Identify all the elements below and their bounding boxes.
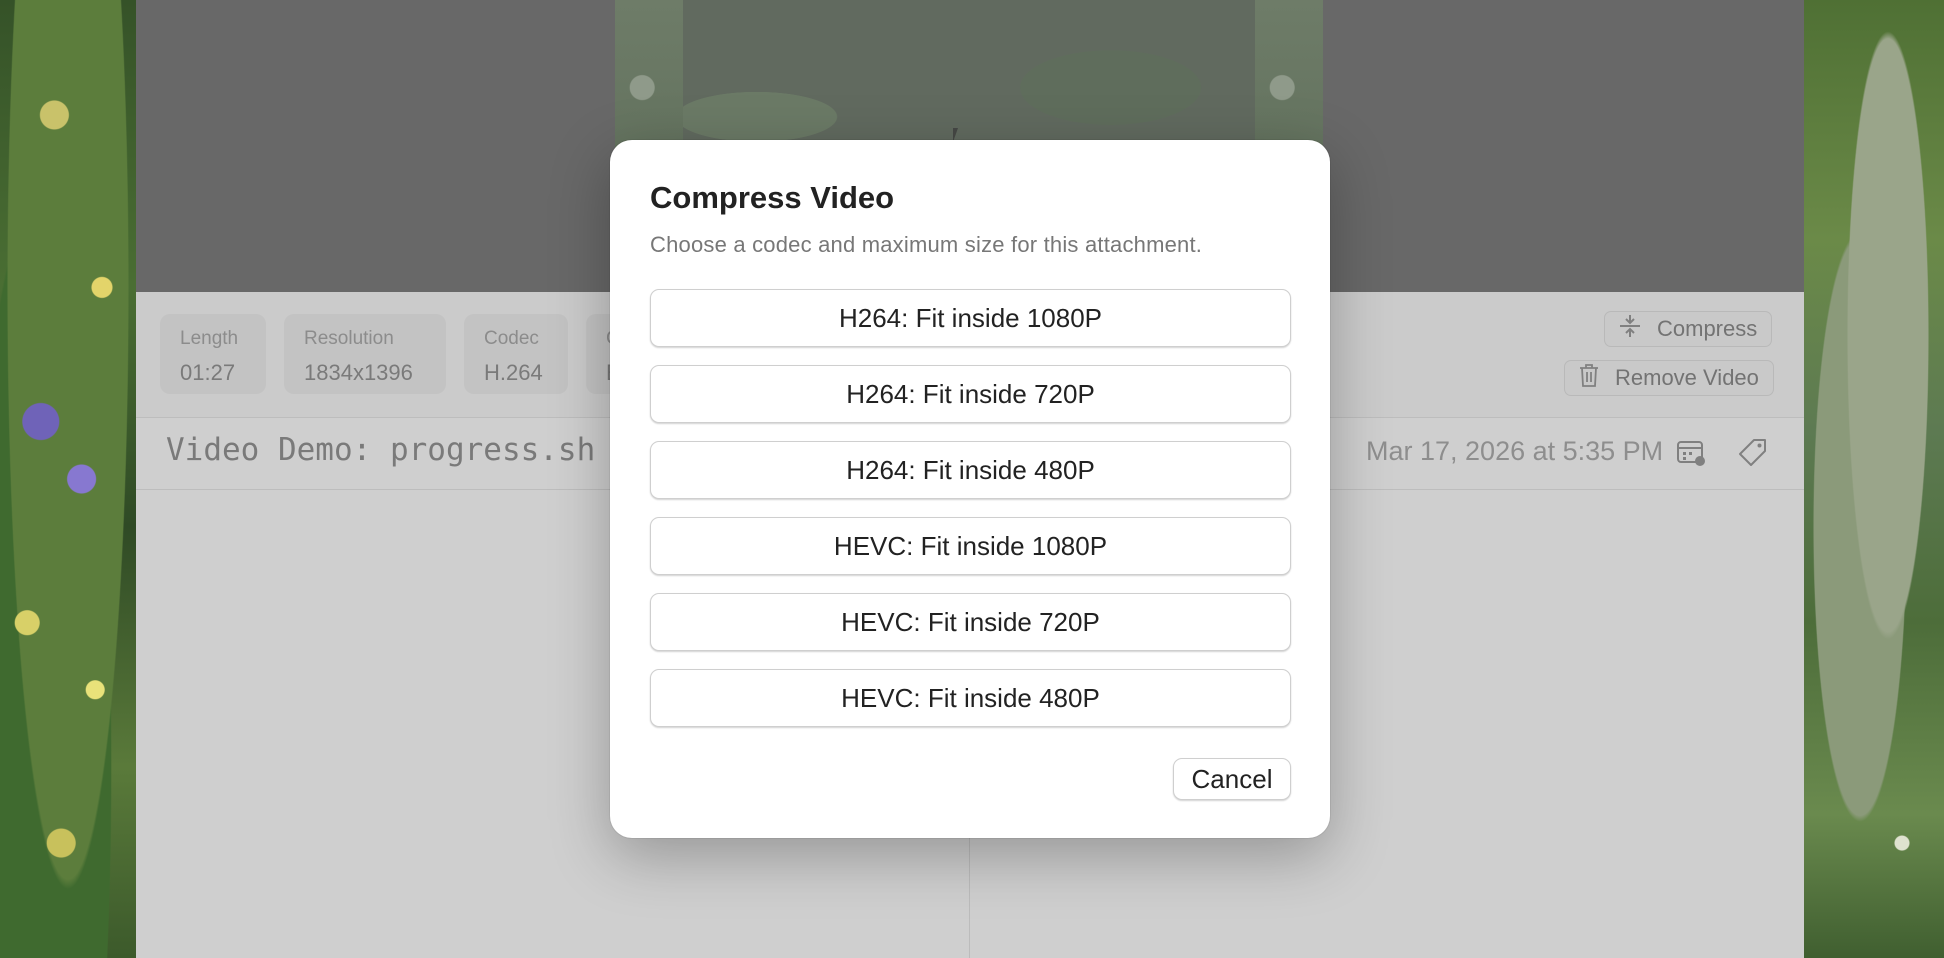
length-label: Length xyxy=(180,328,239,349)
resolution-card: Resolution 1834x1396 xyxy=(284,314,446,394)
h264-480p-button[interactable]: H264: Fit inside 480P xyxy=(650,441,1291,499)
tag-icon[interactable] xyxy=(1736,436,1770,470)
length-value: 01:27 xyxy=(180,360,236,385)
resolution-label: Resolution xyxy=(304,328,394,349)
hevc-720p-button[interactable]: HEVC: Fit inside 720P xyxy=(650,593,1291,651)
calendar-icon[interactable] xyxy=(1674,436,1708,470)
hevc-1080p-button[interactable]: HEVC: Fit inside 1080P xyxy=(650,517,1291,575)
codec-label: Codec xyxy=(484,328,539,349)
length-card: Length 01:27 xyxy=(160,314,266,394)
remove-video-label: Remove Video xyxy=(1615,365,1759,390)
compress-video-dialog: Compress Video Choose a codec and maximu… xyxy=(610,140,1330,838)
h264-1080p-button[interactable]: H264: Fit inside 1080P xyxy=(650,289,1291,347)
cancel-button[interactable]: Cancel xyxy=(1173,758,1291,800)
hevc-480p-button[interactable]: HEVC: Fit inside 480P xyxy=(650,669,1291,727)
note-date: Mar 17, 2026 at 5:35 PM xyxy=(1366,436,1664,466)
note-title[interactable]: Video Demo: progress.sh xyxy=(166,432,595,468)
compress-icon xyxy=(1617,313,1643,345)
h264-720p-button[interactable]: H264: Fit inside 720P xyxy=(650,365,1291,423)
dialog-title: Compress Video xyxy=(650,180,895,215)
trash-icon xyxy=(1577,362,1601,394)
desktop-wallpaper-right xyxy=(1804,0,1944,958)
resolution-value: 1834x1396 xyxy=(304,360,413,385)
codec-value: H.264 xyxy=(484,360,543,385)
desktop-wallpaper-left xyxy=(0,0,136,958)
compress-label: Compress xyxy=(1657,316,1758,341)
compress-button[interactable]: Compress xyxy=(1604,311,1773,347)
remove-video-button[interactable]: Remove Video xyxy=(1564,360,1774,396)
dialog-subtitle: Choose a codec and maximum size for this… xyxy=(650,232,1203,257)
codec-card: Codec H.264 xyxy=(464,314,568,394)
